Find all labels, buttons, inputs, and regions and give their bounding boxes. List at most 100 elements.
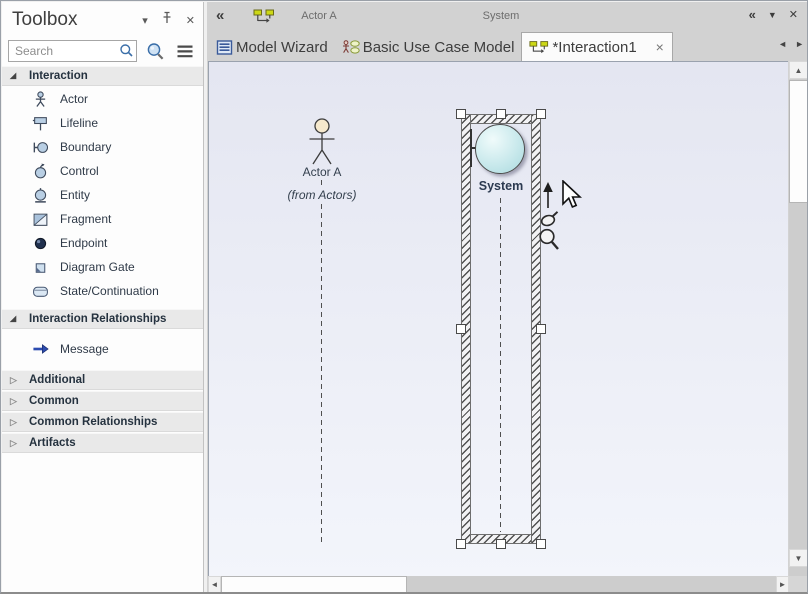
resize-handle-bottom-left[interactable] [456,539,466,549]
tab-basic-use-case-model[interactable]: Basic Use Case Model [335,33,522,61]
mouse-cursor-icon [561,180,583,210]
model-wizard-icon [216,39,233,56]
advanced-search-icon[interactable] [143,40,167,62]
item-label: Entity [60,188,90,202]
resize-handle-top-left[interactable] [456,109,466,119]
tab-scroll-left-icon[interactable]: ◄ [778,39,787,49]
toolbox-item-diagram-gate[interactable]: Diagram Gate [2,255,203,279]
fragment-icon [32,211,49,228]
section-header-artifacts[interactable]: ▷ Artifacts [2,433,203,453]
toolbox-menu-dropdown-icon[interactable]: ▾ [142,14,148,27]
section-header-interaction[interactable]: ◢ Interaction [2,66,203,86]
system-boundary-circle[interactable] [475,124,525,174]
resize-handle-bottom-right[interactable] [536,539,546,549]
actor-figure[interactable] [297,118,347,166]
toolbox-item-fragment[interactable]: Fragment [2,207,203,231]
scrollbar-corner [789,576,808,593]
system-name-label: System [461,179,541,193]
close-icon[interactable]: ✕ [186,14,195,27]
tab-close-icon[interactable]: × [652,39,668,55]
tab-list-dropdown-icon[interactable]: ▼ [768,10,777,20]
resize-handle-top-right[interactable] [536,109,546,119]
resize-handle-top-mid[interactable] [496,109,506,119]
lifeline-icon [32,115,49,132]
toolbox-item-boundary[interactable]: Boundary [2,135,203,159]
item-label: Fragment [60,212,111,226]
horizontal-scrollbar-thumb[interactable] [221,576,407,593]
boundary-icon [32,139,49,156]
item-label: Endpoint [60,236,107,250]
search-icon [119,43,134,63]
expand-triangle-icon: ▷ [10,397,20,406]
interaction-diagram-icon [529,40,549,55]
toolbox-panel: Toolbox ▾ ✕ [2,2,204,592]
scroll-left-icon[interactable]: ◄ [208,576,221,593]
control-icon [32,163,49,180]
system-lifeline[interactable] [500,198,501,532]
item-label: State/Continuation [60,284,159,298]
endpoint-icon [32,235,49,252]
tab-scroll-right-icon[interactable]: ► [795,39,804,49]
toolbox-item-lifeline[interactable]: Lifeline [2,111,203,135]
toolbox-item-entity[interactable]: Entity [2,183,203,207]
resize-handle-bottom-mid[interactable] [496,539,506,549]
use-case-model-icon [342,39,360,55]
toolbox-item-endpoint[interactable]: Endpoint [2,231,203,255]
scroll-up-icon[interactable]: ▲ [789,61,808,79]
actor-lifeline[interactable] [321,204,322,544]
actor-name-label: Actor A [282,165,362,179]
collapse-right-icon[interactable]: « [749,7,756,22]
tab-label: *Interaction1 [552,39,636,56]
collapse-triangle-icon: ◢ [10,315,20,323]
diagram-workspace: « Actor A System « ▼ ✕ Model Wizard Basi… [207,2,808,593]
actor-icon [32,91,49,108]
hamburger-menu-icon[interactable] [173,40,197,62]
toolbox-titlebar: Toolbox ▾ ✕ [2,2,203,38]
section-label: Common [29,395,79,407]
toolbox-item-actor[interactable]: Actor [2,87,203,111]
toolbox-title: Toolbox [12,9,142,31]
scroll-down-icon[interactable]: ▼ [789,549,808,567]
expand-triangle-icon: ▷ [10,376,20,385]
section-label: Artifacts [29,437,76,449]
document-tab-bar: Model Wizard Basic Use Case Model *Inter… [207,31,808,61]
item-label: Lifeline [60,116,98,130]
close-diagram-icon[interactable]: ✕ [789,8,798,21]
section-label: Interaction [29,70,88,82]
item-label: Message [60,342,109,356]
toolbox-item-control[interactable]: Control [2,159,203,183]
section-header-additional[interactable]: ▷ Additional [2,370,203,390]
diagram-canvas[interactable]: Actor A (from Actors) S [208,61,788,577]
up-arrow-icon[interactable] [541,182,555,210]
toolbox-item-message[interactable]: Message [2,336,203,362]
sequence-diagram-icon [253,9,275,29]
toolbox-item-state-continuation[interactable]: State/Continuation [2,279,203,303]
state-continuation-icon [32,283,49,300]
resize-handle-mid-right[interactable] [536,324,546,334]
magnifier-icon[interactable] [538,228,560,252]
expand-triangle-icon: ▷ [10,418,20,427]
horizontal-scrollbar[interactable]: ◄ ► [208,576,789,593]
tab-interaction1-active[interactable]: *Interaction1 × [521,32,672,61]
tab-model-wizard[interactable]: Model Wizard [209,33,335,61]
tab-label: Model Wizard [236,39,328,56]
header-lifeline-label-system: System [461,10,541,22]
quick-edit-icon[interactable] [539,210,561,228]
section-label: Additional [29,374,85,386]
resize-handle-mid-left[interactable] [456,324,466,334]
section-header-common[interactable]: ▷ Common [2,391,203,411]
collapse-triangle-icon: ◢ [10,72,20,80]
collapse-left-icon[interactable]: « [216,7,224,24]
message-icon [32,341,49,357]
vertical-scrollbar[interactable]: ▲ ▼ [789,61,808,577]
vertical-scrollbar-thumb[interactable] [789,80,808,203]
toolbox-list: ◢ Interaction Actor Lifeline Boundary Co… [2,66,203,592]
header-lifeline-label-actor: Actor A [279,10,359,22]
actor-lifeline-dash [321,180,322,188]
section-header-interaction-relationships[interactable]: ◢ Interaction Relationships [2,309,203,329]
section-header-common-relationships[interactable]: ▷ Common Relationships [2,412,203,432]
search-input[interactable] [8,40,137,62]
pin-icon[interactable] [161,11,173,29]
scroll-right-icon[interactable]: ► [776,576,789,593]
item-label: Boundary [60,140,111,154]
